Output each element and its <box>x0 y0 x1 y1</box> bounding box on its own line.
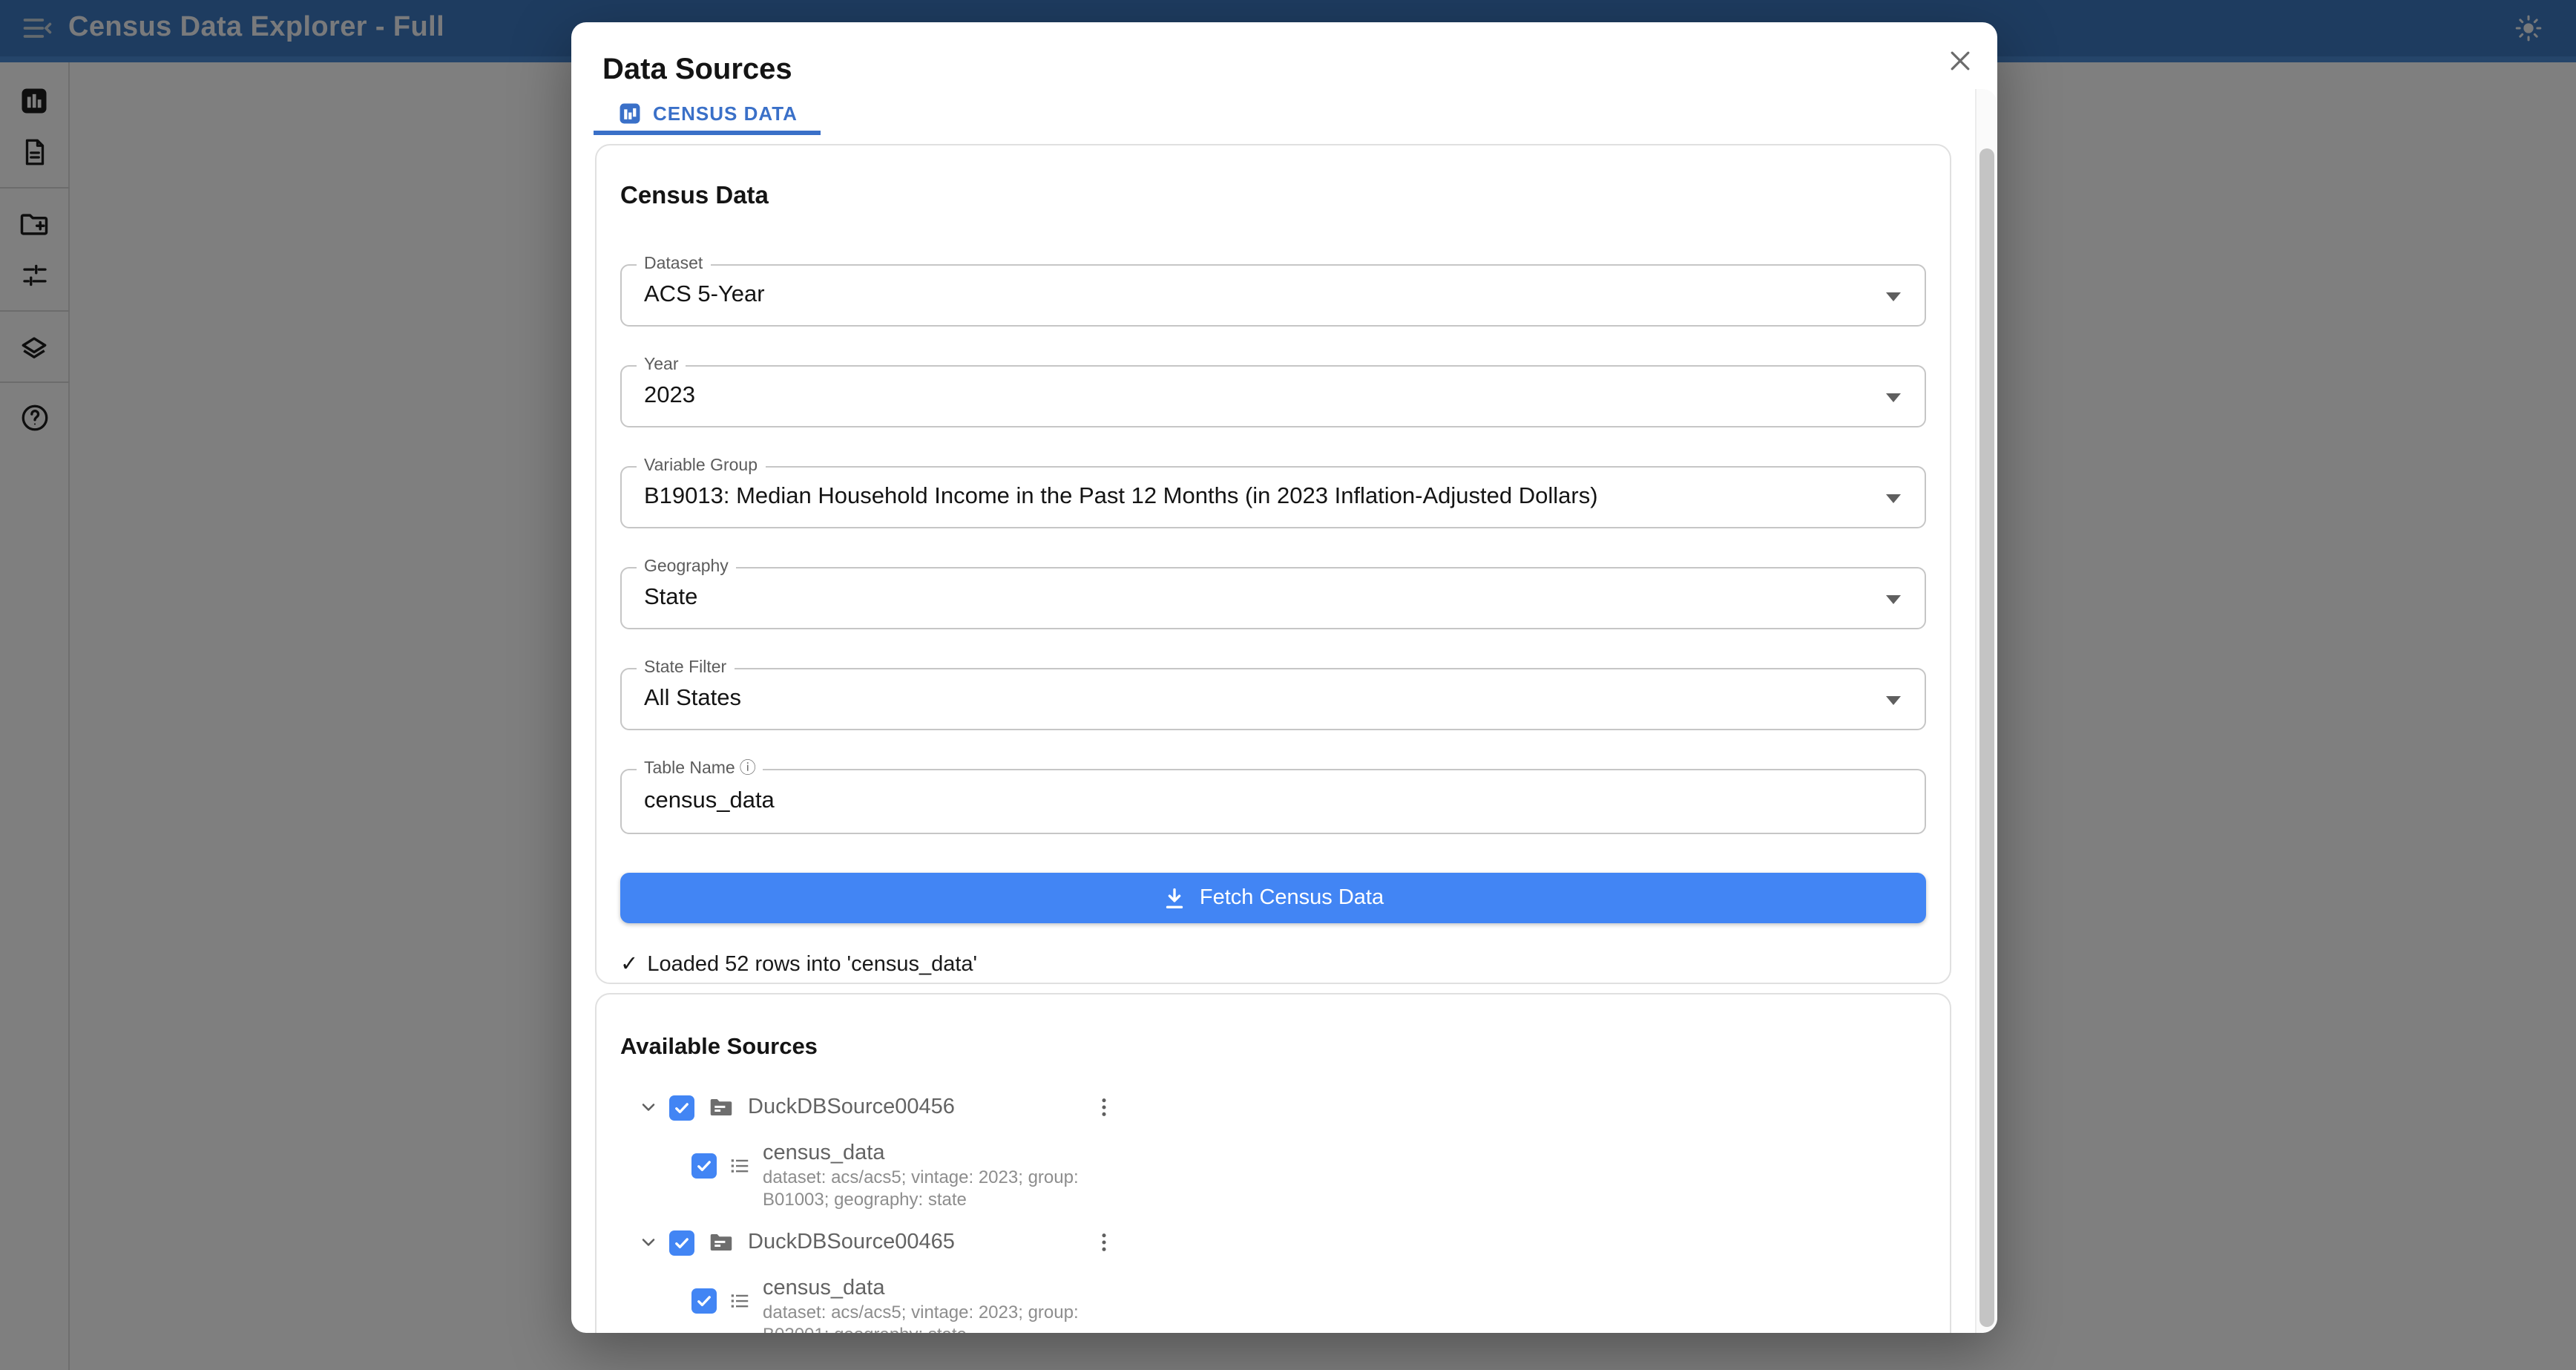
tab-census-data[interactable]: CENSUS DATA <box>594 96 821 135</box>
table-row[interactable]: census_data dataset: acs/acs5; vintage: … <box>691 1135 1926 1210</box>
tab-label: CENSUS DATA <box>653 102 798 125</box>
download-icon <box>1163 885 1188 911</box>
data-sources-dialog: Data Sources CENSUS DATA Census Data Dat… <box>571 22 1997 1333</box>
census-form-card: Census Data Dataset ACS 5-Year Year 2023… <box>595 144 1951 984</box>
field-value: All States <box>644 686 741 712</box>
field-value: 2023 <box>644 383 695 410</box>
modal-scrollbar-track <box>1975 89 1997 1333</box>
list-icon <box>729 1155 751 1177</box>
kebab-menu-icon <box>1092 1229 1116 1256</box>
source-row[interactable]: DuckDBSource00465 <box>638 1217 1926 1268</box>
variable-group-select[interactable]: Variable Group B19013: Median Household … <box>620 466 1926 528</box>
source-row[interactable]: DuckDBSource00456 <box>638 1082 1926 1133</box>
source-menu-button[interactable] <box>1088 1223 1120 1262</box>
source-checkbox[interactable] <box>669 1095 694 1120</box>
chevron-down-icon <box>1886 292 1901 301</box>
table-name-input[interactable]: Table Name ⓘ census_data <box>620 769 1926 834</box>
check-icon <box>694 1156 714 1176</box>
check-icon <box>672 1098 691 1117</box>
table-description: dataset: acs/acs5; vintage: 2023; group:… <box>763 1167 1134 1210</box>
table-description: dataset: acs/acs5; vintage: 2023; group:… <box>763 1302 1134 1333</box>
kebab-menu-icon <box>1092 1094 1116 1121</box>
check-icon: ✓ <box>620 950 638 980</box>
close-dialog-button[interactable] <box>1941 42 1979 80</box>
available-sources-card: Available Sources <box>595 993 1951 1333</box>
state-filter-select[interactable]: State Filter All States <box>620 668 1926 730</box>
folder-icon <box>708 1094 735 1121</box>
census-form-heading: Census Data <box>620 181 1926 211</box>
expand-toggle[interactable] <box>638 1097 659 1118</box>
geography-select[interactable]: Geography State <box>620 567 1926 629</box>
dataset-select[interactable]: Dataset ACS 5-Year <box>620 264 1926 327</box>
source-menu-button[interactable] <box>1088 1088 1120 1127</box>
field-label: Geography <box>644 558 729 577</box>
close-icon <box>1945 46 1975 76</box>
table-row[interactable]: census_data dataset: acs/acs5; vintage: … <box>691 1271 1926 1333</box>
dialog-scroll-area: Census Data Dataset ACS 5-Year Year 2023… <box>571 140 1975 1333</box>
field-label: State Filter <box>644 659 726 678</box>
fetch-button-label: Fetch Census Data <box>1200 886 1384 910</box>
check-icon <box>694 1291 714 1311</box>
dialog-tabs: CENSUS DATA <box>594 96 1997 135</box>
field-value: ACS 5-Year <box>644 282 765 309</box>
available-sources-heading: Available Sources <box>620 1033 1926 1063</box>
table-checkbox[interactable] <box>691 1288 717 1314</box>
info-icon[interactable]: ⓘ <box>740 761 756 778</box>
folder-icon <box>708 1229 735 1256</box>
field-label: Variable Group <box>644 457 758 476</box>
load-status: ✓ Loaded 52 rows into 'census_data' <box>620 950 1926 980</box>
chevron-down-icon <box>1886 595 1901 604</box>
expand-toggle[interactable] <box>638 1232 659 1253</box>
fetch-census-data-button[interactable]: Fetch Census Data <box>620 873 1926 923</box>
chevron-down-icon <box>1886 393 1901 402</box>
field-label: Dataset <box>644 255 703 275</box>
check-icon <box>672 1233 691 1252</box>
chevron-down-icon <box>1886 494 1901 503</box>
bar-chart-icon <box>617 101 643 126</box>
field-value: census_data <box>644 788 775 815</box>
modal-scrollbar-thumb[interactable] <box>1979 148 1994 1327</box>
source-name: DuckDBSource00465 <box>748 1230 955 1254</box>
table-name: census_data <box>763 1276 1134 1302</box>
table-name: census_data <box>763 1141 1134 1167</box>
chevron-down-icon <box>638 1232 659 1253</box>
chevron-down-icon <box>1886 696 1901 705</box>
year-select[interactable]: Year 2023 <box>620 365 1926 427</box>
field-label: Year <box>644 356 679 376</box>
source-checkbox[interactable] <box>669 1230 694 1255</box>
list-icon <box>729 1290 751 1312</box>
chevron-down-icon <box>638 1097 659 1118</box>
table-checkbox[interactable] <box>691 1153 717 1179</box>
field-value: State <box>644 585 697 612</box>
source-name: DuckDBSource00456 <box>748 1095 955 1119</box>
field-value: B19013: Median Household Income in the P… <box>644 484 1598 511</box>
status-text: Loaded 52 rows into 'census_data' <box>647 950 977 980</box>
field-label: Table Name <box>644 760 735 779</box>
dialog-title: Data Sources <box>602 52 1997 88</box>
screen: Census Data Explorer - Full <box>0 0 2576 1370</box>
